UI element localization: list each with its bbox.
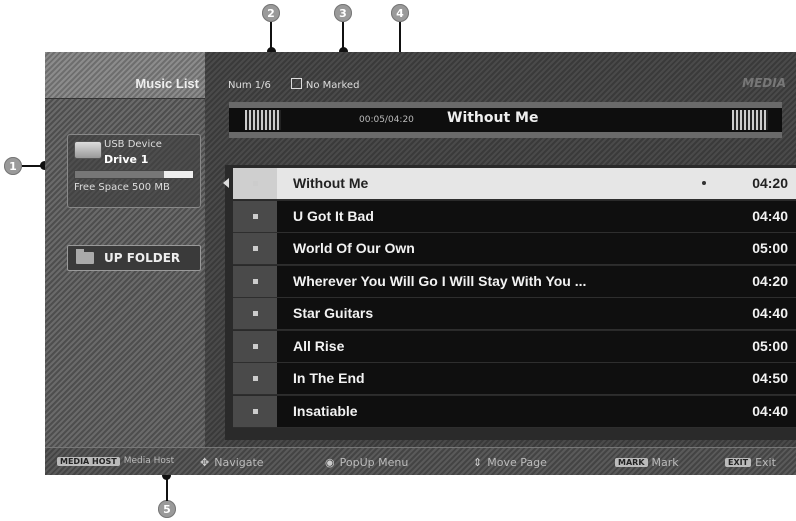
up-folder-button[interactable]: UP FOLDER [67, 245, 201, 271]
navigate-icon: ✥ [200, 456, 210, 469]
track-row[interactable]: World Of Our Own 05:00 [233, 233, 796, 265]
track-title: World Of Our Own [293, 240, 415, 256]
callout-3: 3 [334, 4, 352, 22]
callout-1: 1 [4, 157, 22, 175]
track-marker[interactable] [233, 395, 277, 427]
track-marker[interactable] [233, 233, 277, 264]
track-count: Num 1/6 [228, 80, 271, 91]
usb-device-panel[interactable]: USB Device Drive 1 Free Space 500 MB [67, 134, 201, 208]
now-playing-time: 00:05/04:20 [359, 115, 414, 125]
move-page-label: Move Page [487, 456, 547, 469]
track-duration: 05:00 [752, 337, 788, 354]
track-checkbox-icon [252, 408, 258, 414]
callout-5: 5 [158, 500, 176, 518]
device-type: USB Device [104, 139, 162, 150]
mark-key: MARK [615, 458, 648, 467]
track-marker[interactable] [233, 265, 277, 297]
track-title: All Rise [293, 337, 345, 354]
brand-logo: MEDIA [742, 76, 786, 90]
footer-navigate[interactable]: ✥ Navigate [200, 456, 264, 469]
tv-screen: Music List USB Device Drive 1 Free Space… [45, 52, 796, 475]
track-row[interactable]: Star Guitars 04:40 [233, 298, 796, 330]
equalizer-left-icon [245, 110, 281, 130]
callout-2: 2 [262, 4, 280, 22]
navigate-label: Navigate [214, 456, 264, 469]
page-updown-icon: ⇕ [473, 456, 483, 469]
track-title: In The End [293, 370, 365, 386]
track-duration: 04:40 [752, 305, 788, 321]
popup-label: PopUp Menu [339, 456, 409, 469]
footer-bar: MEDIA HOST Media Host ✥ Navigate ◉ PopUp… [45, 447, 796, 475]
device-name: Drive 1 [104, 153, 149, 166]
folder-icon [76, 249, 94, 264]
track-duration: 04:40 [752, 402, 788, 419]
track-row[interactable]: In The End 04:50 [233, 363, 796, 395]
marked-status: No Marked [305, 80, 360, 91]
track-duration: 04:40 [752, 207, 788, 224]
footer-popup[interactable]: ◉ PopUp Menu [325, 456, 408, 469]
track-marker[interactable] [233, 363, 277, 394]
free-space-label: Free Space 500 MB [74, 182, 170, 193]
playing-indicator-icon [702, 181, 706, 185]
track-title: Insatiable [293, 402, 358, 419]
track-marker[interactable] [233, 168, 277, 199]
track-marker[interactable] [233, 330, 277, 362]
track-row[interactable]: Wherever You Will Go I Will Stay With Yo… [233, 265, 796, 298]
sidebar-title: Music List [135, 76, 199, 91]
track-title: Without Me [293, 175, 369, 191]
sidebar: Music List USB Device Drive 1 Free Space… [45, 52, 205, 447]
track-list: Without Me 04:20 U Got It Bad 04:40 World Of… [223, 165, 796, 440]
track-checkbox-icon [252, 181, 258, 186]
ok-icon: ◉ [325, 456, 335, 469]
now-playing-title: Without Me [447, 110, 539, 126]
callout-4: 4 [391, 4, 409, 22]
equalizer-right-icon [732, 110, 768, 130]
media-host-key: MEDIA HOST [57, 456, 120, 466]
mark-label: Mark [651, 456, 679, 469]
callout-2-leader [270, 22, 272, 50]
track-title: Wherever You Will Go I Will Stay With Yo… [293, 272, 587, 289]
track-duration: 04:50 [752, 370, 788, 386]
track-row[interactable]: Insatiable 04:40 [233, 395, 796, 428]
track-checkbox-icon [252, 343, 258, 349]
usb-drive-icon [74, 141, 102, 159]
footer-media-host[interactable]: MEDIA HOST Media Host [57, 456, 174, 466]
main-panel: Num 1/6 No Marked MEDIA 00:05/04:20 Witho… [205, 52, 796, 447]
footer-exit[interactable]: EXIT Exit [725, 456, 776, 469]
track-checkbox-icon [252, 213, 258, 219]
exit-label: Exit [755, 456, 776, 469]
track-checkbox-icon [252, 278, 258, 284]
track-duration: 05:00 [752, 240, 788, 256]
track-checkbox-icon [252, 246, 258, 251]
track-row[interactable]: Without Me 04:20 [233, 168, 796, 200]
track-row[interactable]: U Got It Bad 04:40 [233, 200, 796, 233]
now-playing-bar: 00:05/04:20 Without Me [229, 102, 782, 138]
footer-move-page[interactable]: ⇕ Move Page [473, 456, 547, 469]
track-marker[interactable] [233, 298, 277, 329]
track-title: U Got It Bad [293, 207, 374, 224]
track-checkbox-icon [252, 311, 258, 316]
exit-key: EXIT [725, 458, 752, 467]
media-host-label: Media Host [123, 456, 175, 466]
footer-mark[interactable]: MARK Mark [615, 456, 679, 469]
scroll-left-arrow-icon[interactable] [223, 178, 229, 188]
track-title: Star Guitars [293, 305, 374, 321]
track-row[interactable]: All Rise 05:00 [233, 330, 796, 363]
track-duration: 04:20 [752, 175, 788, 191]
storage-bar-fill [75, 171, 164, 178]
callout-3-leader [342, 22, 344, 50]
track-checkbox-icon [252, 376, 258, 381]
track-marker[interactable] [233, 200, 277, 232]
up-folder-label: UP FOLDER [104, 251, 181, 265]
storage-bar [74, 170, 194, 179]
sidebar-header: Music List [45, 52, 205, 99]
track-duration: 04:20 [752, 272, 788, 289]
checkbox-icon [290, 78, 302, 89]
status-line: Num 1/6 No Marked [228, 78, 359, 91]
